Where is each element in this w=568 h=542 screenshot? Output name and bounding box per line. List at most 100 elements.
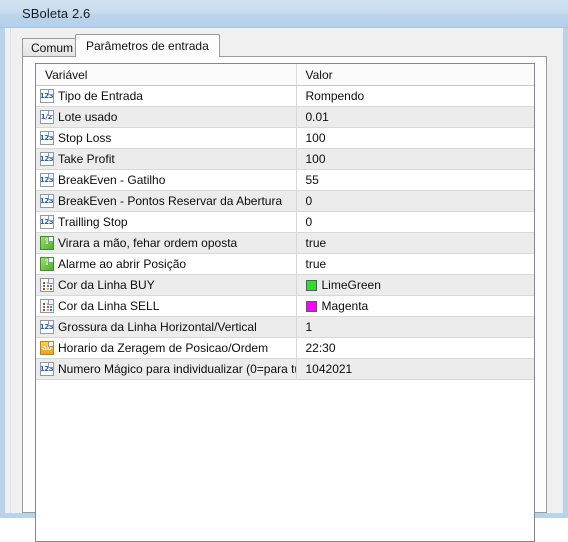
value-cell-content: Rompendo — [297, 86, 535, 106]
tab-parametros-de-entrada-label: Parâmetros de entrada — [86, 39, 209, 53]
table-row[interactable]: 123 Numero Mágico para individualizar (0=… — [36, 358, 535, 380]
table-row[interactable]: ⇪ Alarme ao abrir Posição true — [36, 253, 535, 275]
value-text: Rompendo — [305, 89, 365, 103]
color-dots — [43, 282, 52, 290]
value-cell-content: 55 — [297, 170, 535, 190]
dbl-type-icon: 1/2 — [40, 110, 54, 124]
cell-value[interactable]: Magenta — [296, 295, 534, 317]
value-text: 0 — [305, 215, 313, 229]
cell-variable: 123 Grossura da Linha Horizontal/Vertical — [36, 316, 297, 338]
table-row[interactable]: Cor da Linha BUY LimeGreen — [36, 274, 534, 296]
color-dots — [43, 303, 52, 311]
variable-label: Cor da Linha BUY — [58, 278, 155, 292]
table-row[interactable]: ab Horario da Zeragem de Posicao/Ordem 22:… — [36, 337, 535, 359]
variable-label: Horario da Zeragem de Posicao/Ordem — [58, 341, 269, 355]
value-text: 100 — [305, 131, 326, 145]
cell-value[interactable]: 55 — [296, 169, 535, 191]
color-type-icon — [40, 299, 54, 313]
value-cell-content: 1042021 — [297, 359, 535, 379]
cell-value[interactable]: 100 — [296, 127, 534, 149]
cell-variable: ⇪ Virara a mão, fehar ordem oposta — [36, 232, 297, 254]
variable-label: Grossura da Linha Horizontal/Vertical — [58, 320, 257, 334]
color-swatch — [305, 300, 317, 312]
variable-label: BreakEven - Pontos Reservar da Abertura — [58, 194, 283, 208]
variable-label: Trailling Stop — [58, 215, 128, 229]
cell-value[interactable]: 0 — [296, 211, 535, 233]
parameters-grid[interactable]: Variável Valor 123 Tipo de Entrada Rompend… — [35, 63, 535, 542]
color-type-icon — [40, 278, 54, 292]
type-icon-glyph: ab — [42, 343, 52, 352]
cell-value[interactable]: 1042021 — [296, 358, 535, 380]
variable-cell-content: 123 Tipo de Entrada — [36, 86, 295, 106]
cell-value[interactable]: true — [296, 253, 535, 275]
cell-value[interactable]: true — [296, 232, 534, 254]
cell-value[interactable]: 0 — [296, 190, 534, 212]
tab-page-parametros: Variável Valor 123 Tipo de Entrada Rompend… — [22, 56, 547, 542]
int-type-icon: 123 — [40, 362, 54, 376]
table-row[interactable]: 123 Take Profit 100 — [36, 148, 534, 170]
variable-cell-content: 123 Trailling Stop — [36, 212, 295, 232]
type-icon-glyph: 123 — [40, 154, 54, 163]
value-text: 55 — [305, 173, 319, 187]
table-row[interactable]: 123 BreakEven - Gatilho 55 — [36, 169, 535, 191]
value-text: 0.01 — [305, 110, 329, 124]
cell-variable: ⇪ Alarme ao abrir Posição — [36, 253, 297, 275]
cell-variable: 123 Tipo de Entrada — [36, 85, 297, 107]
cell-variable: Cor da Linha SELL — [36, 295, 297, 317]
cell-value[interactable]: LimeGreen — [296, 274, 534, 296]
cell-variable: 123 Take Profit — [36, 148, 297, 170]
variable-cell-content: 1/2 Lote usado — [36, 107, 295, 127]
table-row[interactable]: 123 Grossura da Linha Horizontal/Vertical… — [36, 316, 534, 338]
cell-variable: 123 Trailling Stop — [36, 211, 297, 233]
variable-cell-content: ab Horario da Zeragem de Posicao/Ordem — [36, 338, 295, 358]
value-text: Magenta — [321, 299, 369, 313]
type-icon-glyph: ⇪ — [43, 258, 51, 268]
table-row[interactable]: Cor da Linha SELL Magenta — [36, 295, 534, 317]
value-text: true — [305, 236, 327, 250]
cell-value[interactable]: Rompendo — [296, 85, 535, 107]
variable-label: Alarme ao abrir Posição — [58, 257, 187, 271]
variable-cell-content: 123 BreakEven - Pontos Reservar da Abertu… — [36, 191, 295, 211]
cell-variable: 123 BreakEven - Pontos Reservar da Abertu… — [36, 190, 297, 212]
cell-value[interactable]: 1 — [296, 316, 534, 338]
tab-strip: Comum Parâmetros de entrada — [22, 34, 547, 57]
table-row[interactable]: 123 Tipo de Entrada Rompendo — [36, 85, 535, 107]
value-text: 22:30 — [305, 341, 336, 355]
int-type-icon: 123 — [40, 320, 54, 334]
cell-value[interactable]: 0.01 — [296, 106, 535, 128]
cell-variable: 1/2 Lote usado — [36, 106, 297, 128]
variable-cell-content: 123 Numero Mágico para individualizar (0=… — [36, 359, 295, 379]
cell-variable: Cor da Linha BUY — [36, 274, 297, 296]
table-row[interactable]: ⇪ Virara a mão, fehar ordem oposta true — [36, 232, 534, 254]
variable-cell-content: 123 Take Profit — [36, 149, 295, 169]
cell-value[interactable]: 22:30 — [296, 337, 535, 359]
tab-active-gap — [76, 56, 198, 57]
bool-type-icon: ⇪ — [40, 257, 54, 271]
value-cell-content: 0.01 — [297, 107, 535, 127]
int-type-icon: 123 — [40, 194, 54, 208]
variable-label: Stop Loss — [58, 131, 112, 145]
column-header-valor[interactable]: Valor — [296, 64, 534, 86]
value-text: LimeGreen — [321, 278, 381, 292]
variable-label: Lote usado — [58, 110, 118, 124]
variable-cell-content: Cor da Linha SELL — [36, 296, 295, 316]
column-header-variavel[interactable]: Variável — [36, 64, 297, 86]
tab-comum[interactable]: Comum — [22, 38, 83, 56]
type-icon-glyph: 123 — [40, 91, 54, 100]
type-icon-glyph: 123 — [40, 364, 54, 373]
str-type-icon: ab — [40, 341, 54, 355]
table-row[interactable]: 123 Stop Loss 100 — [36, 127, 534, 149]
tab-comum-label: Comum — [31, 41, 74, 55]
bool-type-icon: ⇪ — [40, 236, 54, 250]
cell-value[interactable]: 100 — [296, 148, 534, 170]
table-row[interactable]: 1/2 Lote usado 0.01 — [36, 106, 535, 128]
tab-parametros-de-entrada[interactable]: Parâmetros de entrada — [75, 34, 220, 57]
table-row[interactable]: 123 Trailling Stop 0 — [36, 211, 535, 233]
value-cell-content: true — [297, 254, 535, 274]
value-cell-content: 0 — [297, 212, 535, 232]
variable-cell-content: 123 BreakEven - Gatilho — [36, 170, 295, 190]
table-row[interactable]: 123 BreakEven - Pontos Reservar da Abertu… — [36, 190, 534, 212]
title-bar: SBoleta 2.6 — [0, 0, 568, 28]
value-cell-content: 22:30 — [297, 338, 535, 358]
type-icon-glyph: ⇪ — [43, 237, 51, 247]
